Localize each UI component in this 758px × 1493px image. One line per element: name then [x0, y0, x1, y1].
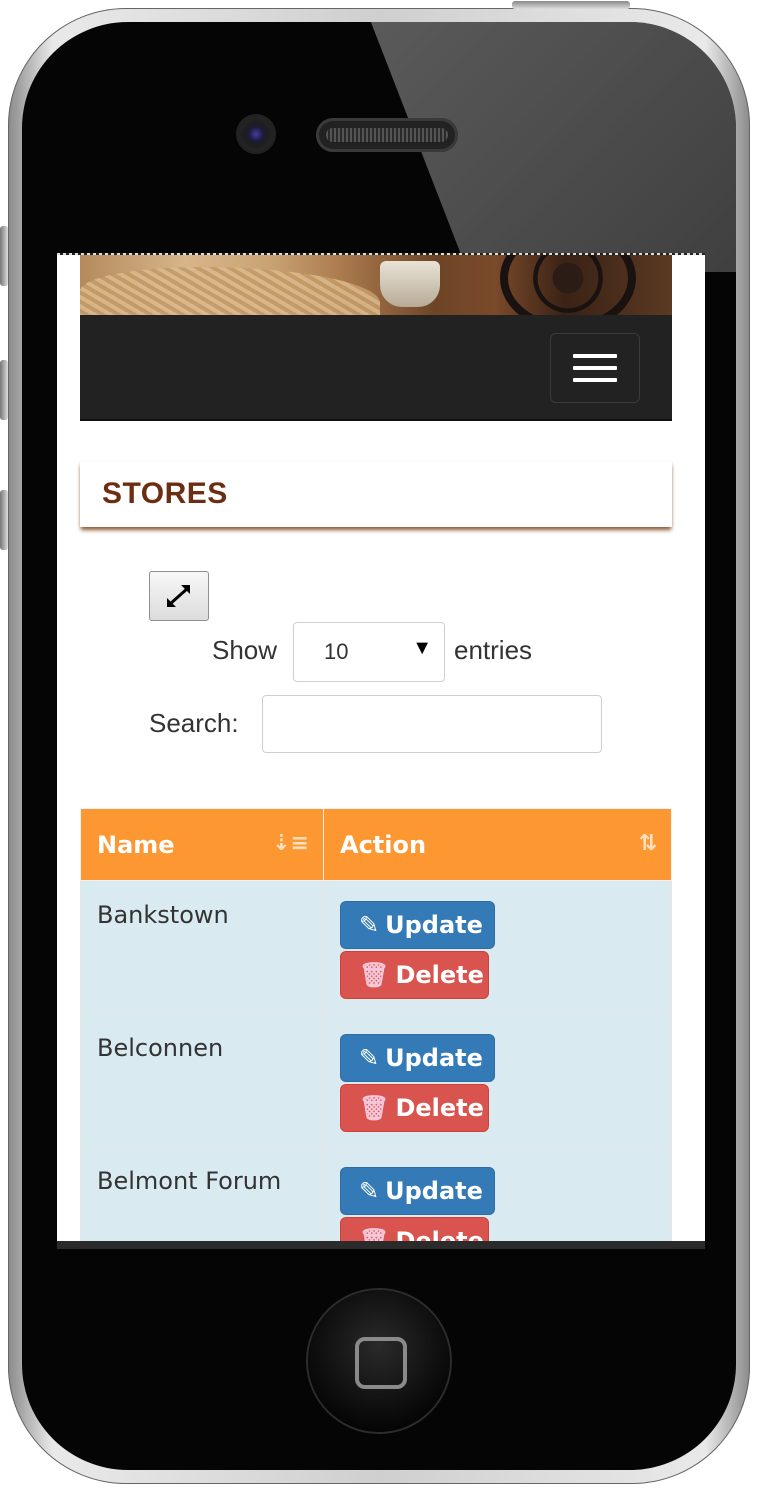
menu-toggle-button[interactable]	[550, 333, 640, 403]
store-name-cell: Belconnen	[80, 1013, 324, 1147]
stores-table: Name ⇣≡ Action ⇅ Bankstown ✎ Update 🗑 De…	[80, 808, 672, 1247]
store-name-cell: Bankstown	[80, 880, 324, 1014]
update-button[interactable]: ✎ Update	[340, 1034, 495, 1082]
expand-arrows-icon	[167, 585, 190, 607]
table-row: Bankstown ✎ Update 🗑 Delete	[80, 880, 672, 1014]
trash-icon: 🗑	[359, 1094, 390, 1122]
column-header-name[interactable]: Name ⇣≡	[80, 808, 324, 881]
entries-per-page-value: 10	[324, 639, 349, 664]
search-label: Search:	[149, 708, 239, 738]
mute-switch	[0, 226, 8, 286]
entries-label: entries	[454, 635, 533, 665]
pencil-icon: ✎	[359, 911, 380, 939]
hamburger-icon	[573, 354, 617, 358]
delete-button[interactable]: 🗑 Delete	[340, 1084, 489, 1132]
navbar	[80, 315, 672, 421]
pencil-icon: ✎	[359, 1177, 380, 1205]
update-button[interactable]: ✎ Update	[340, 901, 495, 949]
table-header-row: Name ⇣≡ Action ⇅	[80, 808, 672, 881]
fullscreen-toggle-button[interactable]	[149, 571, 209, 621]
page-title: STORES	[102, 477, 228, 510]
screen: STORES Show 10 ▼ entries Search: Name ⇣≡…	[57, 255, 705, 1247]
action-cell: ✎ Update 🗑 Delete	[323, 1013, 672, 1147]
front-camera	[238, 116, 274, 152]
show-label: Show	[212, 635, 278, 665]
update-button[interactable]: ✎ Update	[340, 1167, 495, 1215]
caret-down-icon: ▼	[412, 637, 432, 659]
store-name-cell: Belmont Forum	[80, 1146, 324, 1247]
screen-bottom-edge	[57, 1241, 705, 1249]
table-row: Belconnen ✎ Update 🗑 Delete	[80, 1013, 672, 1147]
search-input[interactable]	[262, 695, 602, 753]
pencil-icon: ✎	[359, 1044, 380, 1072]
sort-icon: ⇅	[638, 831, 657, 856]
column-header-action[interactable]: Action ⇅	[323, 808, 672, 881]
table-row: Belmont Forum ✎ Update 🗑 Delete	[80, 1146, 672, 1247]
volume-down-button	[0, 490, 8, 550]
action-cell: ✎ Update 🗑 Delete	[323, 880, 672, 1014]
action-cell: ✎ Update 🗑 Delete	[323, 1146, 672, 1247]
section-header: STORES	[80, 461, 672, 527]
volume-up-button	[0, 360, 8, 420]
home-button[interactable]	[308, 1290, 450, 1432]
sort-alpha-asc-icon: ⇣≡	[272, 831, 309, 856]
entries-per-page-select[interactable]: 10 ▼	[293, 622, 445, 682]
power-button	[512, 1, 630, 9]
earpiece-speaker	[316, 118, 458, 152]
header-banner-image	[80, 255, 672, 315]
delete-button[interactable]: 🗑 Delete	[340, 951, 489, 999]
trash-icon: 🗑	[359, 961, 390, 989]
